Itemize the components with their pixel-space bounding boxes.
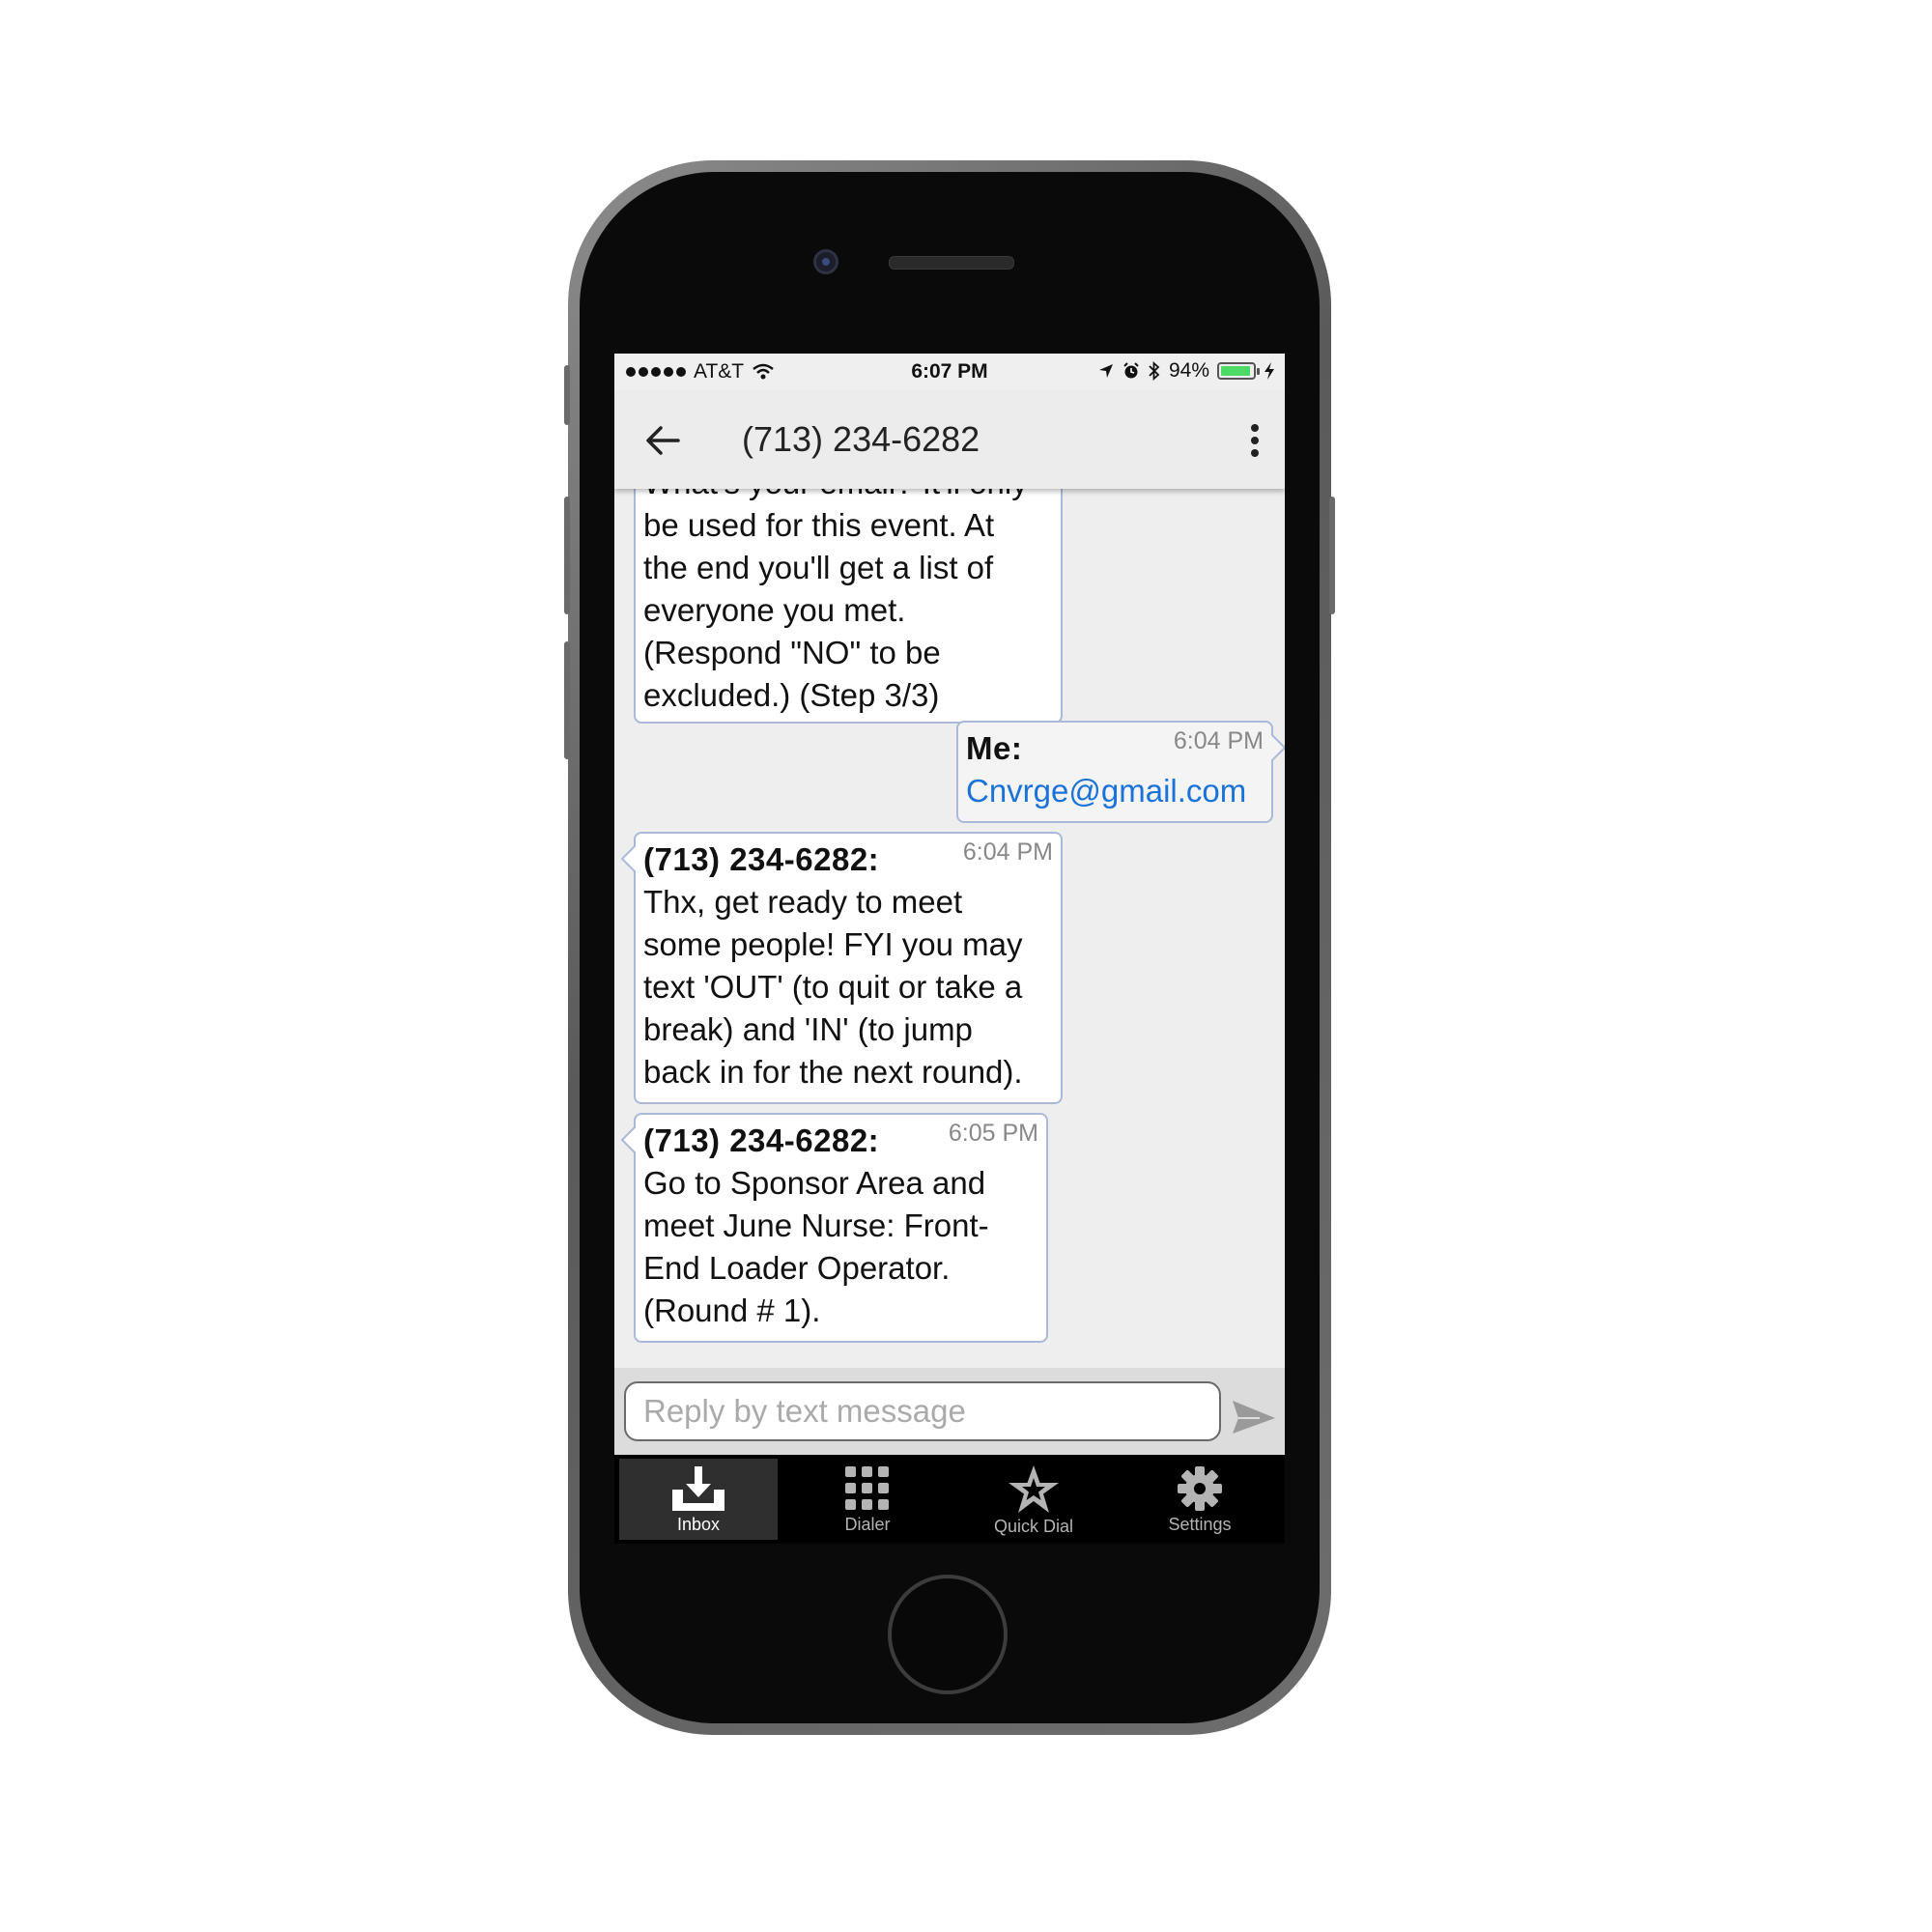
message-bubble-incoming: What's your email? It'll only be used fo…: [634, 489, 1063, 724]
bubble-tail: [1271, 734, 1285, 761]
back-arrow-icon[interactable]: [643, 421, 682, 460]
conversation-title: (713) 234-6282: [742, 419, 980, 459]
conversation-header: (713) 234-6282: [614, 392, 1285, 489]
bottom-tab-bar: Inbox Dialer Quick Dial Settings: [614, 1455, 1285, 1544]
message-thread[interactable]: What's your email? It'll only be used fo…: [614, 489, 1285, 1368]
volume-down-button: [564, 641, 570, 759]
battery-icon: [1217, 362, 1260, 380]
message-text: Go to Sponsor Area and meet June Nurse: …: [643, 1165, 989, 1328]
charging-bolt-icon: [1264, 362, 1274, 380]
message-bubble-incoming: 6:04 PM (713) 234-6282: Thx, get ready t…: [634, 832, 1063, 1104]
message-text: What's your email? It'll only be used fo…: [643, 489, 1028, 713]
location-arrow-icon: [1098, 364, 1113, 378]
message-time: 6:04 PM: [1173, 727, 1264, 754]
inbox-download-icon: [672, 1466, 724, 1511]
message-bubble-incoming: 6:05 PM (713) 234-6282: Go to Sponsor Ar…: [634, 1113, 1048, 1343]
more-vertical-icon[interactable]: [1250, 423, 1260, 458]
tab-label: Inbox: [676, 1515, 721, 1534]
mute-switch: [564, 365, 570, 425]
message-time: 6:05 PM: [948, 1120, 1038, 1147]
battery-percent: 94%: [1168, 359, 1209, 382]
send-icon[interactable]: [1231, 1393, 1277, 1439]
tab-label: Quick Dial: [993, 1517, 1074, 1536]
status-bar: AT&T 6:07 PM 94%: [614, 354, 1285, 392]
earpiece-speaker: [889, 256, 1014, 270]
gear-icon: [1178, 1466, 1222, 1511]
reply-bar: [614, 1368, 1285, 1455]
tab-label: Settings: [1168, 1515, 1232, 1534]
reply-input[interactable]: [624, 1381, 1221, 1441]
front-camera: [813, 249, 838, 274]
message-text: Thx, get ready to meet some people! FYI …: [643, 884, 1023, 1090]
tab-label: Dialer: [844, 1515, 891, 1534]
message-time: 6:04 PM: [962, 838, 1053, 866]
tab-dialer[interactable]: Dialer: [788, 1459, 947, 1540]
home-button[interactable]: [888, 1575, 1008, 1694]
email-link[interactable]: Cnvrge@gmail.com: [966, 770, 1264, 812]
tab-settings[interactable]: Settings: [1121, 1459, 1279, 1540]
phone-screen: AT&T 6:07 PM 94% (713) 234-6282 be used …: [614, 354, 1285, 1544]
power-button: [1329, 497, 1335, 614]
alarm-icon: [1123, 362, 1139, 379]
bluetooth-icon: [1149, 361, 1160, 381]
tab-quick-dial[interactable]: Quick Dial: [954, 1459, 1113, 1540]
volume-up-button: [564, 497, 570, 614]
message-bubble-outgoing: 6:04 PM Me: Cnvrge@gmail.com: [956, 721, 1273, 823]
bubble-tail: [620, 845, 636, 872]
keypad-icon: [845, 1466, 889, 1510]
tab-inbox[interactable]: Inbox: [619, 1459, 778, 1540]
star-icon: [1009, 1465, 1059, 1513]
bubble-tail: [620, 1126, 636, 1153]
